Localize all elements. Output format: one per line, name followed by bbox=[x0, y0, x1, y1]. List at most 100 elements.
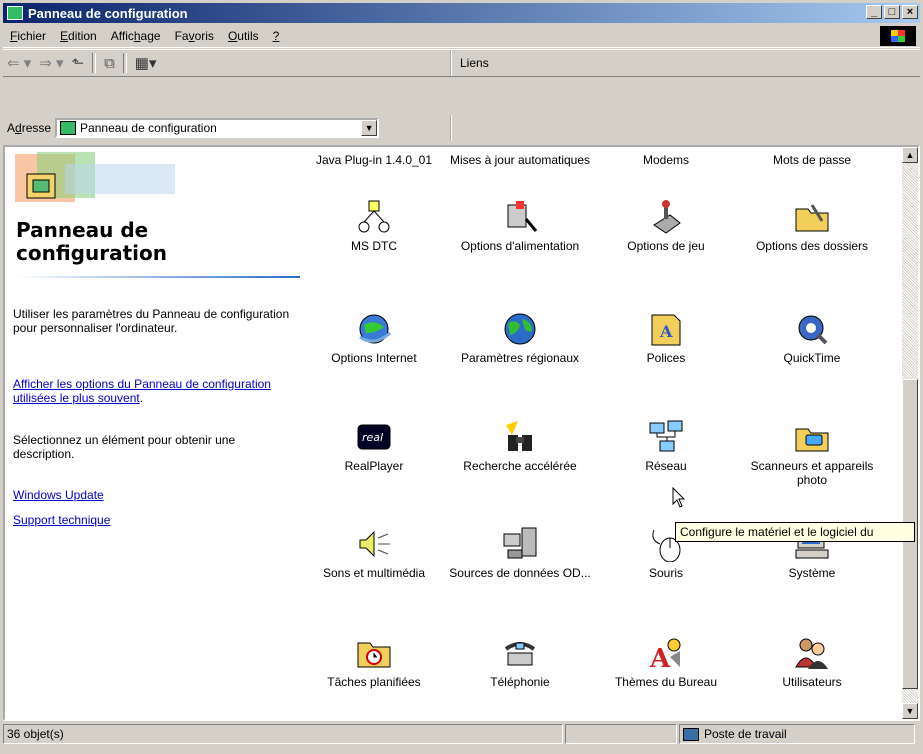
menu-help[interactable]: ? bbox=[266, 29, 287, 43]
item-label: Options des dossiers bbox=[755, 239, 869, 253]
item-label: Sons et multimédia bbox=[322, 566, 426, 580]
list-item[interactable]: QuickTime bbox=[739, 311, 885, 365]
ms-dtc-icon bbox=[356, 199, 392, 235]
fonts-folder-icon: A bbox=[648, 311, 684, 347]
users-icon bbox=[794, 635, 830, 671]
item-label: Souris bbox=[648, 566, 683, 580]
list-item[interactable]: Mots de passe bbox=[739, 153, 885, 167]
support-link[interactable]: Support technique bbox=[13, 513, 298, 527]
list-item[interactable]: Scanneurs et appareils photo bbox=[739, 419, 885, 487]
list-item[interactable]: Paramètres régionaux bbox=[447, 311, 593, 365]
list-item[interactable]: Réseau bbox=[593, 419, 739, 473]
list-item[interactable]: A Polices bbox=[593, 311, 739, 365]
speaker-icon bbox=[356, 526, 392, 562]
windows-update-link[interactable]: Windows Update bbox=[13, 488, 298, 502]
address-value: Panneau de configuration bbox=[80, 121, 217, 135]
list-item[interactable]: Sons et multimédia bbox=[301, 526, 447, 580]
maximize-button[interactable]: □ bbox=[884, 5, 900, 19]
list-item[interactable]: A Thèmes du Bureau bbox=[593, 635, 739, 689]
menu-bar: Fichier Edition Affichage Favoris Outils… bbox=[3, 25, 920, 48]
list-item[interactable]: Options de jeu bbox=[593, 199, 739, 253]
item-label: Thèmes du Bureau bbox=[614, 675, 718, 689]
hint-text: Sélectionnez un élément pour obtenir une… bbox=[13, 433, 236, 461]
item-label: Scanneurs et appareils photo bbox=[750, 459, 874, 487]
item-label: RealPlayer bbox=[344, 459, 404, 473]
page-title: Panneau de configuration bbox=[16, 218, 167, 265]
joystick-icon bbox=[648, 199, 684, 235]
svg-text:A: A bbox=[659, 322, 673, 341]
menu-outils[interactable]: Outils bbox=[221, 29, 266, 43]
menu-edition[interactable]: Edition bbox=[53, 29, 104, 43]
list-item[interactable]: Tâches planifiées bbox=[301, 635, 447, 689]
item-label: Réseau bbox=[645, 459, 687, 473]
control-panel-window: Panneau de configuration _ □ × Fichier E… bbox=[0, 0, 923, 754]
list-item[interactable]: Mises à jour automatiques bbox=[447, 153, 593, 167]
item-label: Utilisateurs bbox=[782, 675, 842, 689]
standard-toolbar: ⇐ ▾ ⇒ ▾ ⬑ ⧉ ▦▾ Liens bbox=[3, 49, 920, 77]
item-label: Sources de données OD... bbox=[449, 566, 591, 580]
power-plug-icon bbox=[502, 199, 538, 235]
frequent-options-link[interactable]: Afficher les options du Panneau de confi… bbox=[13, 377, 298, 405]
list-item[interactable]: Utilisateurs bbox=[739, 635, 885, 689]
web-view-pane: Panneau de configuration Utiliser les pa… bbox=[5, 147, 301, 719]
up-folder-icon[interactable]: ⬑ bbox=[68, 52, 89, 74]
items-grid: Java Plug-in 1.4.0_01 Mises à jour autom… bbox=[301, 147, 890, 719]
item-label: MS DTC bbox=[351, 239, 397, 253]
dropdown-arrow-icon[interactable]: ▼ bbox=[361, 120, 378, 136]
scroll-down-button[interactable]: ▼ bbox=[902, 703, 918, 719]
address-label: Adresse bbox=[7, 121, 52, 135]
list-item[interactable]: Recherche accélérée bbox=[447, 419, 593, 473]
tooltip: Configure le matériel et le logiciel du bbox=[675, 522, 915, 542]
list-item[interactable]: Options d'alimentation bbox=[447, 199, 593, 253]
list-item[interactable]: Modems bbox=[593, 153, 739, 167]
description-text: Utiliser les paramètres du Panneau de co… bbox=[13, 307, 290, 335]
forward-arrow-icon[interactable]: ⇒ ▾ bbox=[35, 52, 67, 74]
menu-favoris[interactable]: Favoris bbox=[168, 29, 221, 43]
desktop-themes-icon: A bbox=[648, 635, 684, 674]
header-decoration bbox=[15, 152, 175, 202]
realplayer-icon: real bbox=[356, 419, 392, 455]
list-item[interactable]: Téléphonie bbox=[447, 635, 593, 689]
item-label: Tâches planifiées bbox=[327, 675, 421, 689]
list-item[interactable]: real RealPlayer bbox=[301, 419, 447, 473]
minimize-button[interactable]: _ bbox=[866, 5, 882, 19]
item-label: Téléphonie bbox=[490, 675, 550, 689]
item-label: Recherche accélérée bbox=[463, 459, 577, 473]
item-label: Options de jeu bbox=[627, 239, 705, 253]
back-arrow-icon[interactable]: ⇐ ▾ bbox=[3, 52, 35, 74]
svg-text:real: real bbox=[362, 431, 383, 444]
binoculars-icon bbox=[502, 419, 538, 455]
title-bar[interactable]: Panneau de configuration _ □ × bbox=[3, 3, 920, 23]
telephony-icon bbox=[502, 635, 538, 671]
views-icon[interactable]: ▦▾ bbox=[131, 52, 161, 74]
menu-fichier[interactable]: Fichier bbox=[3, 29, 53, 43]
close-button[interactable]: × bbox=[902, 5, 918, 19]
menu-affichage[interactable]: Affichage bbox=[104, 29, 168, 43]
list-item[interactable]: Java Plug-in 1.4.0_01 bbox=[301, 153, 447, 167]
content-area: Panneau de configuration Utiliser les pa… bbox=[3, 145, 920, 721]
list-item[interactable]: Sources de données OD... bbox=[447, 526, 593, 580]
address-bar: Adresse Panneau de configuration ▼ bbox=[3, 115, 920, 141]
zone-panel: Poste de travail bbox=[679, 724, 915, 744]
windows-logo-icon bbox=[880, 26, 916, 46]
scroll-up-button[interactable]: ▲ bbox=[902, 147, 918, 163]
window-title: Panneau de configuration bbox=[28, 5, 188, 21]
vertical-scrollbar[interactable]: ▲ ▼ bbox=[902, 147, 918, 719]
control-panel-icon bbox=[60, 121, 77, 135]
address-field[interactable]: Panneau de configuration ▼ bbox=[55, 118, 380, 138]
object-count: 36 objet(s) bbox=[3, 724, 563, 744]
status-bar: 36 objet(s) Poste de travail bbox=[3, 724, 920, 748]
links-label[interactable]: Liens bbox=[460, 56, 489, 70]
computer-icon bbox=[683, 727, 699, 741]
item-label: Options Internet bbox=[331, 351, 417, 365]
copy-to-icon[interactable]: ⧉ bbox=[100, 52, 119, 74]
svg-text:A: A bbox=[649, 644, 671, 671]
item-label: Paramètres régionaux bbox=[460, 351, 580, 365]
odbc-icon bbox=[502, 526, 538, 562]
list-item[interactable]: MS DTC bbox=[301, 199, 447, 253]
list-item[interactable]: Options des dossiers bbox=[739, 199, 885, 253]
list-item[interactable]: Options Internet bbox=[301, 311, 447, 365]
scanner-camera-icon bbox=[794, 419, 830, 455]
item-label: Polices bbox=[646, 351, 686, 365]
internet-globe-icon bbox=[356, 311, 392, 347]
